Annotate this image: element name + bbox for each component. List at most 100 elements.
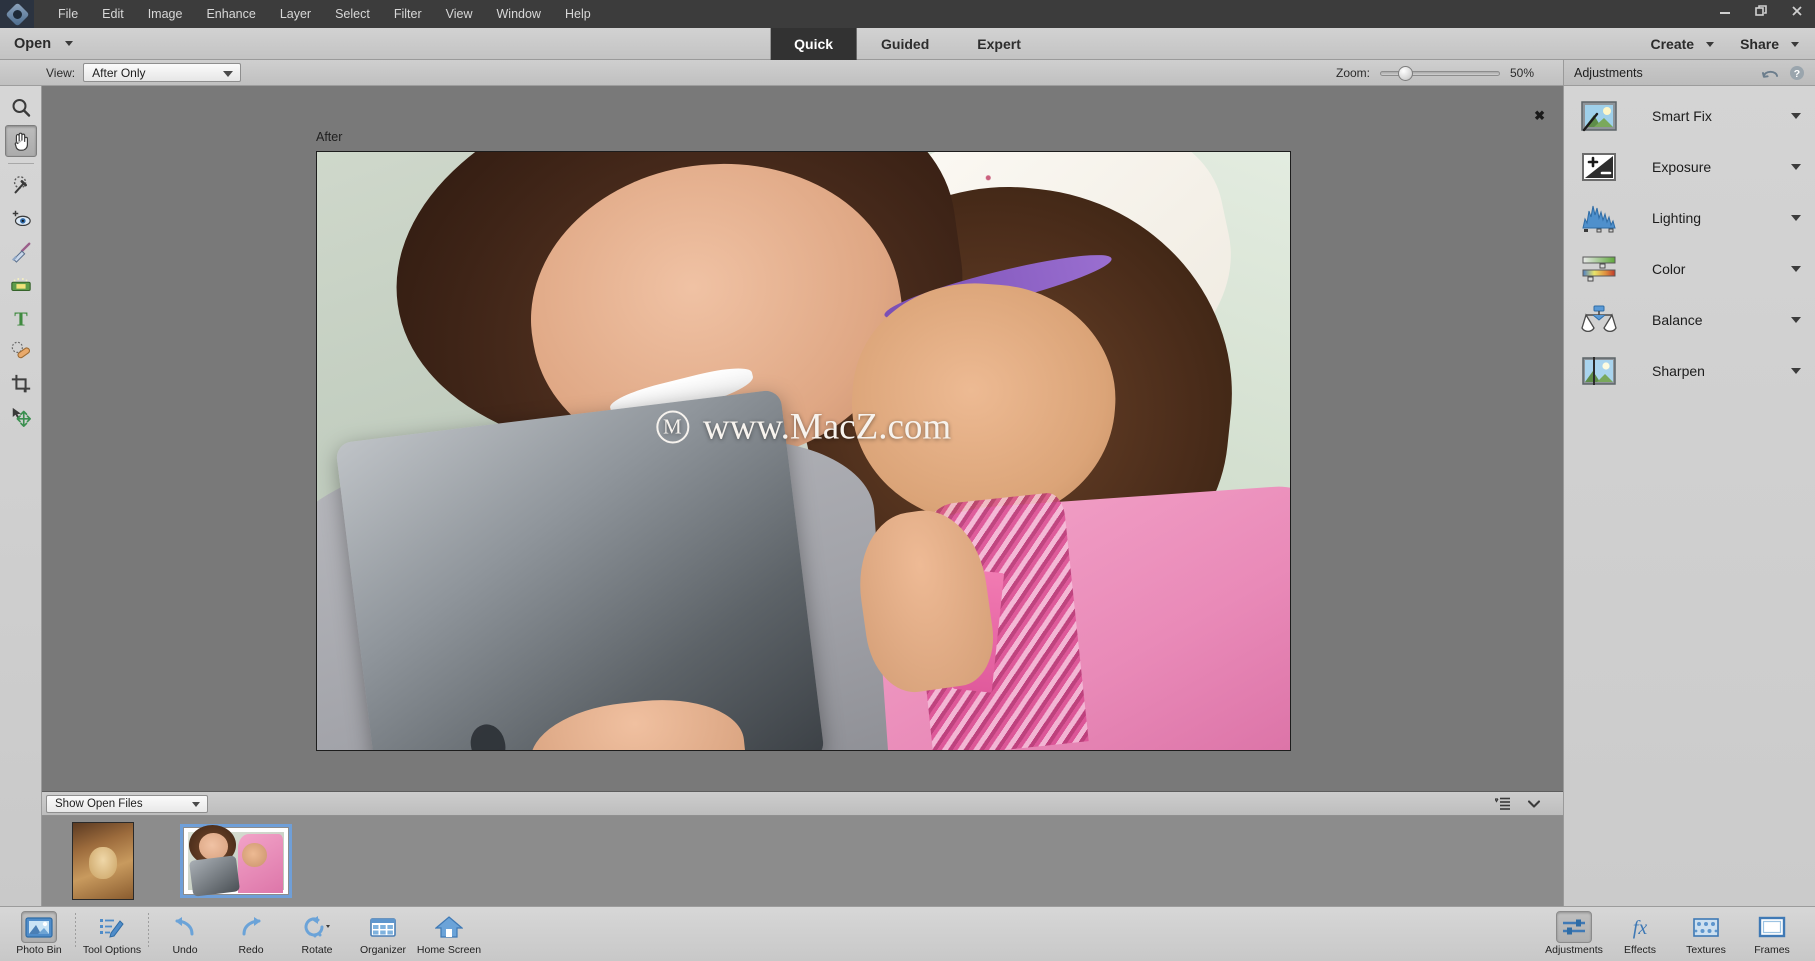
- move-tool[interactable]: [5, 401, 37, 433]
- thumbnail-family-photo[interactable]: [180, 824, 292, 898]
- view-group: View: After Only: [46, 63, 242, 82]
- spot-healing-brush-tool[interactable]: [5, 335, 37, 367]
- adjustments-list: Smart Fix Exposure Lighting Color Balanc…: [1564, 86, 1815, 396]
- menu-window[interactable]: Window: [485, 2, 553, 26]
- rotate-icon: [299, 911, 335, 943]
- adjustment-balance[interactable]: Balance: [1564, 294, 1815, 345]
- chevron-down-icon: [65, 41, 74, 46]
- adjustment-sharpen[interactable]: Sharpen: [1564, 345, 1815, 396]
- chevron-down-icon[interactable]: [1791, 112, 1801, 119]
- menu-layer[interactable]: Layer: [268, 2, 323, 26]
- edited-photo: [317, 152, 1290, 750]
- home-icon: [431, 911, 467, 943]
- toolbar-divider: [7, 163, 34, 164]
- quick-selection-tool[interactable]: [5, 170, 37, 202]
- redo-button[interactable]: Redo: [218, 907, 284, 961]
- taskbar-left-group: Photo Bin Tool Options Undo Redo Rotate …: [6, 907, 482, 961]
- menu-filter[interactable]: Filter: [382, 2, 434, 26]
- tab-guided[interactable]: Guided: [857, 28, 953, 60]
- tab-quick[interactable]: Quick: [770, 28, 858, 60]
- toothbrush-icon: [11, 242, 30, 263]
- menu-enhance[interactable]: Enhance: [194, 2, 267, 26]
- photo-bin-filter-value: Show Open Files: [55, 797, 143, 810]
- textures-icon: [1688, 911, 1724, 943]
- help-icon[interactable]: ?: [1789, 65, 1805, 81]
- red-eye-removal-tool[interactable]: [5, 203, 37, 235]
- create-button[interactable]: Create: [1650, 36, 1715, 52]
- svg-text:?: ?: [1794, 68, 1800, 80]
- menu-select[interactable]: Select: [323, 2, 382, 26]
- frames-button[interactable]: Frames: [1739, 907, 1805, 961]
- tool-option-bar: View: After Only Zoom: 50%: [0, 60, 1815, 86]
- view-mode-select[interactable]: After Only: [83, 63, 242, 82]
- redo-arrow-icon: [233, 911, 269, 943]
- eye-plus-icon: [12, 210, 31, 227]
- photo-bin-button[interactable]: Photo Bin: [6, 907, 72, 961]
- chevron-down-icon: [1706, 41, 1715, 47]
- adjustments-button[interactable]: Adjustments: [1541, 907, 1607, 961]
- home-screen-button[interactable]: Home Screen: [416, 907, 482, 961]
- balance-scale-icon: [1580, 303, 1618, 337]
- adjustment-color[interactable]: Color: [1564, 243, 1815, 294]
- adjustments-panel-header: Adjustments ?: [1564, 60, 1815, 86]
- menu-image[interactable]: Image: [136, 2, 195, 26]
- chevron-down-icon[interactable]: [1791, 163, 1801, 170]
- adjustments-panel: Adjustments ? Smart Fix Exposure Lightin…: [1563, 60, 1815, 906]
- text-t-icon: T: [14, 308, 28, 329]
- whiten-teeth-tool[interactable]: [5, 236, 37, 268]
- adjustment-lighting[interactable]: Lighting: [1564, 192, 1815, 243]
- zoom-group: Zoom: 50%: [1336, 60, 1540, 86]
- text-tool[interactable]: T: [5, 302, 37, 334]
- hand-tool[interactable]: [4, 125, 37, 157]
- chevron-down-icon[interactable]: [1791, 367, 1801, 374]
- restore-button[interactable]: [1743, 0, 1779, 22]
- taskbar-label: Textures: [1686, 944, 1726, 956]
- sort-list-icon[interactable]: [1495, 797, 1511, 811]
- share-button[interactable]: Share: [1740, 36, 1799, 52]
- photo-bin-filter-select[interactable]: Show Open Files: [46, 794, 208, 813]
- edit-mode-tabs: Quick Guided Expert: [770, 28, 1045, 60]
- view-label: View:: [46, 65, 76, 80]
- menu-file[interactable]: File: [46, 2, 90, 26]
- organizer-button[interactable]: Organizer: [350, 907, 416, 961]
- open-button[interactable]: Open: [14, 36, 74, 52]
- tool-options-button[interactable]: Tool Options: [79, 907, 145, 961]
- menu-view[interactable]: View: [434, 2, 485, 26]
- chevron-down-icon[interactable]: [1791, 316, 1801, 323]
- undo-button[interactable]: Undo: [152, 907, 218, 961]
- tab-expert[interactable]: Expert: [953, 28, 1045, 60]
- crop-tool[interactable]: [5, 368, 37, 400]
- zoom-slider[interactable]: [1380, 65, 1500, 81]
- menu-edit[interactable]: Edit: [90, 2, 136, 26]
- textures-button[interactable]: Textures: [1673, 907, 1739, 961]
- close-button[interactable]: [1779, 0, 1815, 22]
- zoom-slider-handle[interactable]: [1397, 65, 1413, 81]
- zoom-label: Zoom:: [1335, 66, 1370, 80]
- adjustment-label: Balance: [1652, 311, 1703, 328]
- adjustment-exposure[interactable]: Exposure: [1564, 141, 1815, 192]
- menu-items: File Edit Image Enhance Layer Select Fil…: [46, 2, 603, 26]
- adjustments-sliders-icon: [1556, 911, 1592, 943]
- chevron-down-icon[interactable]: [1791, 214, 1801, 221]
- move-arrows-icon: [12, 407, 31, 427]
- smooth-skin-icon: [10, 278, 31, 292]
- share-label: Share: [1740, 36, 1779, 52]
- close-image-button[interactable]: ✖: [1534, 109, 1545, 122]
- chevron-down-icon[interactable]: [1791, 265, 1801, 272]
- smooth-skin-tool[interactable]: [5, 269, 37, 301]
- taskbar-right-group: Adjustments fx Effects Textures Frames: [1541, 907, 1805, 961]
- organizer-grid-icon: [365, 911, 401, 943]
- image-canvas[interactable]: M www.MacZ.com: [316, 151, 1291, 751]
- thumbnail-dog-photo[interactable]: [72, 822, 134, 900]
- minimize-button[interactable]: [1707, 0, 1743, 22]
- bottom-taskbar: Photo Bin Tool Options Undo Redo Rotate …: [0, 906, 1815, 961]
- chevron-down-icon[interactable]: [1527, 798, 1541, 810]
- rotate-button[interactable]: Rotate: [284, 907, 350, 961]
- menu-help[interactable]: Help: [553, 2, 603, 26]
- adjustment-smart-fix[interactable]: Smart Fix: [1564, 90, 1815, 141]
- effects-button[interactable]: fx Effects: [1607, 907, 1673, 961]
- photo-bin-strip: [42, 816, 1563, 906]
- taskbar-label: Home Screen: [416, 944, 482, 956]
- zoom-tool[interactable]: [5, 92, 37, 124]
- reset-panel-icon[interactable]: [1762, 66, 1779, 80]
